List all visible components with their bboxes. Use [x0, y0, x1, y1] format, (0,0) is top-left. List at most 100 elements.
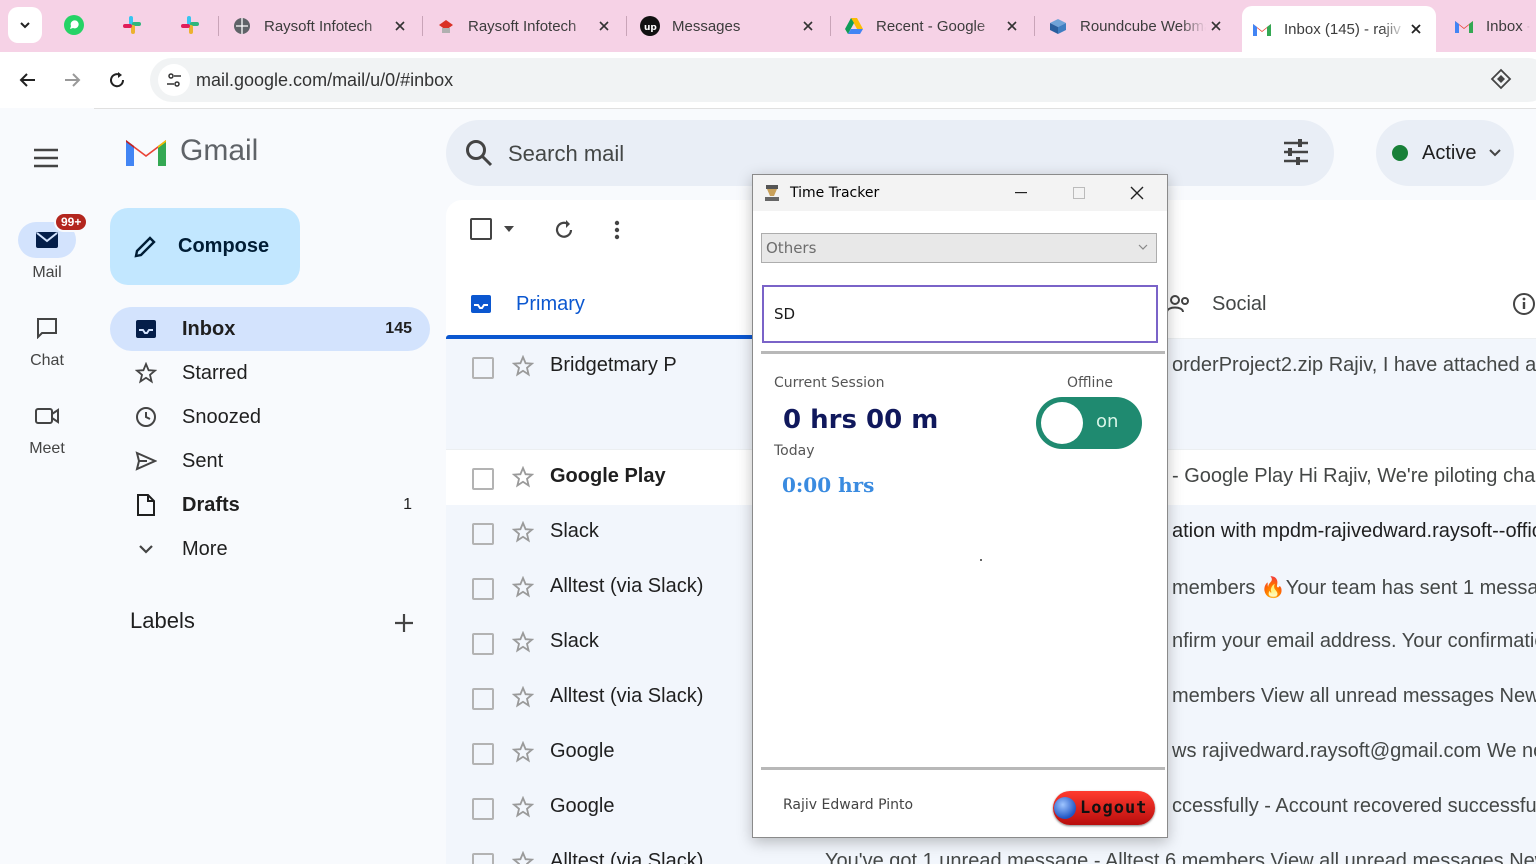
row-checkbox[interactable]: [472, 743, 494, 765]
task-description-input[interactable]: [762, 285, 1158, 343]
close-tab-icon[interactable]: [1002, 16, 1022, 36]
tracking-toggle[interactable]: on: [1036, 397, 1142, 449]
maximize-button[interactable]: [1050, 175, 1108, 211]
upwork-icon: up: [640, 16, 660, 36]
row-checkbox[interactable]: [472, 853, 494, 864]
gmail-icon: [126, 140, 166, 166]
star-icon[interactable]: [512, 576, 534, 598]
browser-tab-active[interactable]: Inbox (145) - rajiv: [1242, 6, 1436, 52]
email-snippet: You've got 1 unread message - Alltest 6 …: [825, 850, 1536, 864]
row-checkbox[interactable]: [472, 633, 494, 655]
browser-tab[interactable]: Recent - Google: [834, 8, 1032, 44]
create-label-button[interactable]: [392, 611, 416, 635]
site-info-icon[interactable]: [158, 64, 190, 96]
reload-button[interactable]: [99, 62, 135, 98]
browser-tab[interactable]: Raysoft Infotech: [426, 8, 624, 44]
nav-drafts[interactable]: Drafts 1: [110, 483, 430, 527]
nav-starred[interactable]: Starred: [110, 351, 430, 395]
compose-label: Compose: [178, 235, 270, 257]
nav-more[interactable]: More: [110, 527, 430, 571]
compose-button[interactable]: Compose: [110, 208, 300, 285]
browser-tab[interactable]: Raysoft Infotech: [222, 8, 420, 44]
row-checkbox[interactable]: [472, 468, 494, 490]
extension-icon[interactable]: [1490, 68, 1512, 90]
browser-tab-strip: Raysoft Infotech Raysoft Infotech up Mes…: [0, 0, 1536, 52]
row-checkbox[interactable]: [472, 523, 494, 545]
inbox-icon: [471, 295, 491, 313]
close-tab-icon[interactable]: [1406, 19, 1426, 39]
browser-tab[interactable]: up Messages: [630, 8, 828, 44]
row-checkbox[interactable]: [472, 578, 494, 600]
gmail-logo[interactable]: Gmail: [124, 134, 258, 168]
pinned-tab-slack-1[interactable]: [110, 8, 154, 42]
time-tracker-app-icon: [763, 184, 781, 202]
today-time: 0:00 hrs: [782, 473, 875, 497]
star-icon[interactable]: [512, 631, 534, 653]
forward-button[interactable]: [54, 62, 90, 98]
info-icon[interactable]: [1512, 270, 1536, 338]
search-input[interactable]: [506, 134, 1210, 174]
roundcube-icon: [1048, 16, 1068, 36]
nav-sent[interactable]: Sent: [110, 439, 430, 483]
caret-down-icon: [504, 226, 514, 232]
rail-chat[interactable]: Chat: [0, 310, 94, 370]
close-button[interactable]: [1108, 175, 1166, 211]
row-checkbox[interactable]: [472, 357, 494, 379]
star-icon[interactable]: [512, 521, 534, 543]
star-icon[interactable]: [512, 796, 534, 818]
logout-button[interactable]: Logout: [1053, 791, 1155, 825]
address-bar[interactable]: mail.google.com/mail/u/0/#inbox: [150, 58, 1536, 102]
star-icon[interactable]: [512, 741, 534, 763]
status-selector[interactable]: Active: [1376, 120, 1514, 186]
pinned-tab-whatsapp[interactable]: [52, 8, 96, 42]
google-drive-icon: [844, 16, 864, 36]
unread-badge: 99+: [54, 212, 89, 232]
browser-tab[interactable]: Roundcube Webmail: [1038, 8, 1236, 44]
chevron-down-icon: [1138, 244, 1148, 250]
time-tracker-titlebar[interactable]: Time Tracker: [753, 175, 1167, 211]
tab-title: Raysoft Infotech: [468, 17, 577, 35]
pinned-tab-slack-2[interactable]: [168, 8, 212, 42]
nav-label: Starred: [182, 361, 248, 384]
chat-icon: [37, 318, 57, 339]
close-tab-icon[interactable]: [390, 16, 410, 36]
rail-meet[interactable]: Meet: [0, 398, 94, 458]
rail-mail[interactable]: 99+ Mail: [0, 212, 94, 282]
today-label: Today: [774, 443, 815, 459]
arrow-left-icon: [19, 73, 35, 87]
close-tab-icon[interactable]: [594, 16, 614, 36]
more-options-button[interactable]: [614, 220, 620, 240]
category-select[interactable]: Others: [761, 233, 1157, 263]
star-icon[interactable]: [512, 355, 534, 377]
star-icon[interactable]: [512, 851, 534, 864]
select-all-checkbox[interactable]: [470, 218, 514, 240]
close-tab-icon[interactable]: [798, 16, 818, 36]
divider: [761, 767, 1165, 770]
tab-title: Raysoft Infotech: [264, 17, 373, 35]
draft-icon: [134, 493, 158, 517]
browser-tab[interactable]: Inbox -: [1444, 8, 1536, 44]
tab-primary[interactable]: Primary: [446, 270, 776, 339]
star-icon[interactable]: [512, 686, 534, 708]
nav-inbox[interactable]: Inbox 145: [110, 307, 430, 351]
svg-text:up: up: [644, 23, 657, 33]
email-snippet: members 🔥Your team has sent 1 message: [1172, 577, 1536, 599]
main-menu-button[interactable]: [22, 134, 70, 182]
minimize-button[interactable]: [992, 175, 1050, 211]
nav-label: More: [182, 537, 228, 560]
tab-search-button[interactable]: [8, 7, 42, 43]
send-icon: [134, 449, 158, 473]
row-checkbox[interactable]: [472, 798, 494, 820]
row-checkbox[interactable]: [472, 688, 494, 710]
gmail-icon: [1454, 16, 1474, 36]
email-row[interactable]: Alltest (via Slack) You've got 1 unread …: [446, 835, 1536, 864]
back-button[interactable]: [10, 62, 46, 98]
tab-social[interactable]: Social: [1166, 270, 1266, 338]
refresh-button[interactable]: [553, 219, 575, 241]
search-icon[interactable]: [464, 138, 494, 168]
search-options-icon[interactable]: [1282, 138, 1310, 166]
tab-social-label: Social: [1212, 292, 1267, 315]
nav-snoozed[interactable]: Snoozed: [110, 395, 430, 439]
close-tab-icon[interactable]: [1206, 16, 1226, 36]
star-icon[interactable]: [512, 466, 534, 488]
